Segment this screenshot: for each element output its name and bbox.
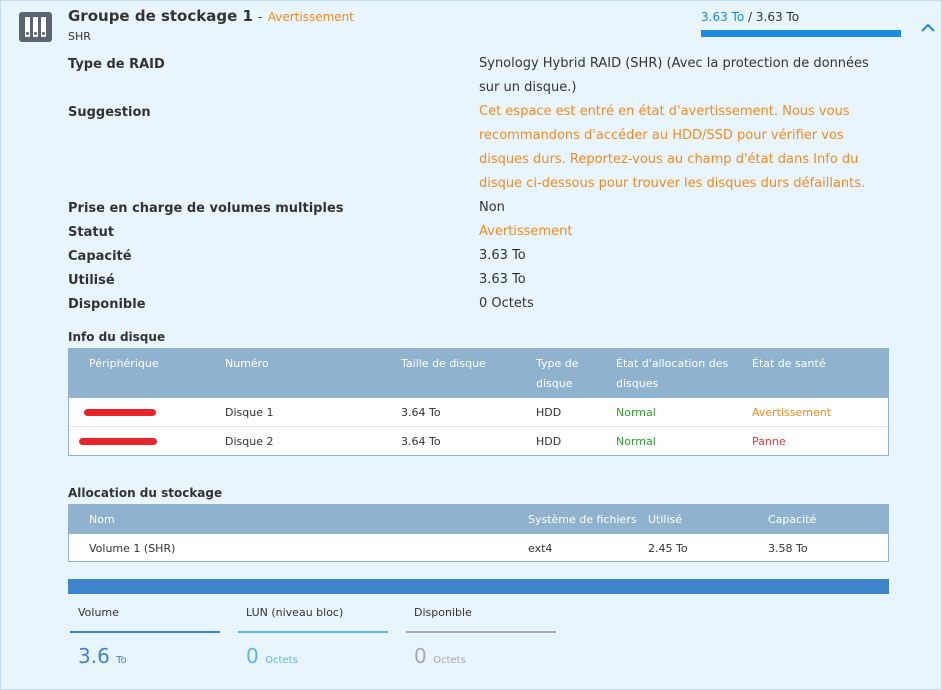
redacted-device-name <box>84 409 156 416</box>
disk-size: 3.64 To <box>401 435 441 448</box>
col-disk-type[interactable]: Type de disque <box>536 354 602 394</box>
detail-value-raid-type: Synology Hybrid RAID (SHR) (Avec la prot… <box>479 56 869 95</box>
stat-available: Disponible 0 Octets <box>404 606 556 668</box>
volume-filesystem: ext4 <box>528 542 553 555</box>
disk-health-state: Panne <box>752 435 786 448</box>
usage-bar <box>701 30 901 37</box>
detail-label-capacity: Capacité <box>68 249 132 264</box>
col-allocation-state[interactable]: État d'allocation des disques <box>616 354 742 394</box>
col-device[interactable]: Périphérique <box>89 354 209 374</box>
usage-slash: / <box>748 10 753 24</box>
col-name[interactable]: Nom <box>89 510 115 530</box>
usage-summary: 3.63 To / 3.63 To <box>701 10 799 24</box>
detail-label-status: Statut <box>68 225 115 240</box>
allocation-table: Nom Système de fichiers Utilisé Capacité… <box>68 504 889 562</box>
disk-allocation-state: Normal <box>616 406 656 419</box>
stat-lun: LUN (niveau bloc) 0 Octets <box>236 606 388 668</box>
volume-name: Volume 1 (SHR) <box>89 542 176 555</box>
col-capacity[interactable]: Capacité <box>768 510 816 530</box>
detail-value-multiple-volumes: Non <box>479 200 505 215</box>
stat-volume-value: 3.6 To <box>78 644 127 668</box>
pool-raid-type: SHR <box>68 30 91 43</box>
col-used[interactable]: Utilisé <box>648 510 682 530</box>
stat-volume-number: 3.6 <box>78 644 110 668</box>
stat-volume: Volume 3.6 To <box>68 606 220 668</box>
stat-volume-unit: To <box>116 655 127 666</box>
row-divider <box>69 426 888 427</box>
allocation-title: Allocation du stockage <box>68 486 223 500</box>
col-number[interactable]: Numéro <box>225 354 375 374</box>
stat-volume-label: Volume <box>78 606 119 619</box>
stat-available-value: 0 Octets <box>414 644 466 668</box>
disk-number: Disque 2 <box>225 435 274 448</box>
detail-value-used: 3.63 To <box>479 272 526 287</box>
detail-label-multiple-volumes: Prise en charge de volumes multiples <box>68 201 344 216</box>
disk-type: HDD <box>536 406 562 419</box>
col-health-state[interactable]: État de santé <box>752 354 882 374</box>
pool-title: Groupe de stockage 1 - Avertissement <box>68 7 354 25</box>
volume-capacity: 3.58 To <box>768 542 808 555</box>
allocation-usage-bar <box>68 579 889 594</box>
title-separator: - <box>258 10 263 24</box>
col-disk-size[interactable]: Taille de disque <box>401 354 531 374</box>
detail-value-suggestion: Cet espace est entré en état d'avertisse… <box>479 104 866 191</box>
stat-available-number: 0 <box>414 644 427 668</box>
disk-number: Disque 1 <box>225 406 274 419</box>
disk-size: 3.64 To <box>401 406 441 419</box>
usage-total: 3.63 To <box>755 10 800 24</box>
disk-info-header: Périphérique Numéro Taille de disque Typ… <box>69 349 888 398</box>
detail-value-available: 0 Octets <box>479 296 534 311</box>
redacted-device-name <box>79 438 157 445</box>
disk-info-title: Info du disque <box>68 330 166 344</box>
detail-label-available: Disponible <box>68 297 146 312</box>
storage-pool-panel: Groupe de stockage 1 - Avertissement SHR… <box>0 0 942 690</box>
stat-volume-underline <box>70 631 220 633</box>
stat-lun-number: 0 <box>246 644 259 668</box>
pool-status: Avertissement <box>267 10 354 24</box>
stat-available-unit: Octets <box>433 655 466 666</box>
detail-label-suggestion: Suggestion <box>68 105 151 120</box>
stat-lun-underline <box>238 631 388 633</box>
col-filesystem[interactable]: Système de fichiers <box>528 510 637 530</box>
stat-lun-label: LUN (niveau bloc) <box>246 606 344 619</box>
disk-type: HDD <box>536 435 562 448</box>
volume-used: 2.45 To <box>648 542 688 555</box>
detail-label-raid-type: Type de RAID <box>68 57 165 72</box>
chevron-up-icon[interactable] <box>921 23 935 33</box>
detail-value-status: Avertissement <box>479 224 573 239</box>
disk-info-table: Périphérique Numéro Taille de disque Typ… <box>68 348 889 456</box>
disk-health-state: Avertissement <box>752 406 832 419</box>
disk-allocation-state: Normal <box>616 435 656 448</box>
stat-lun-value: 0 Octets <box>246 644 298 668</box>
detail-label-used: Utilisé <box>68 273 115 288</box>
stat-available-label: Disponible <box>414 606 472 619</box>
stat-available-underline <box>406 631 556 633</box>
stat-lun-unit: Octets <box>265 655 298 666</box>
detail-value-capacity: 3.63 To <box>479 248 526 263</box>
pool-name: Groupe de stockage 1 <box>68 7 253 25</box>
storage-pool-icon <box>19 12 52 42</box>
allocation-header: Nom Système de fichiers Utilisé Capacité <box>69 505 888 534</box>
usage-used: 3.63 To <box>701 10 745 24</box>
